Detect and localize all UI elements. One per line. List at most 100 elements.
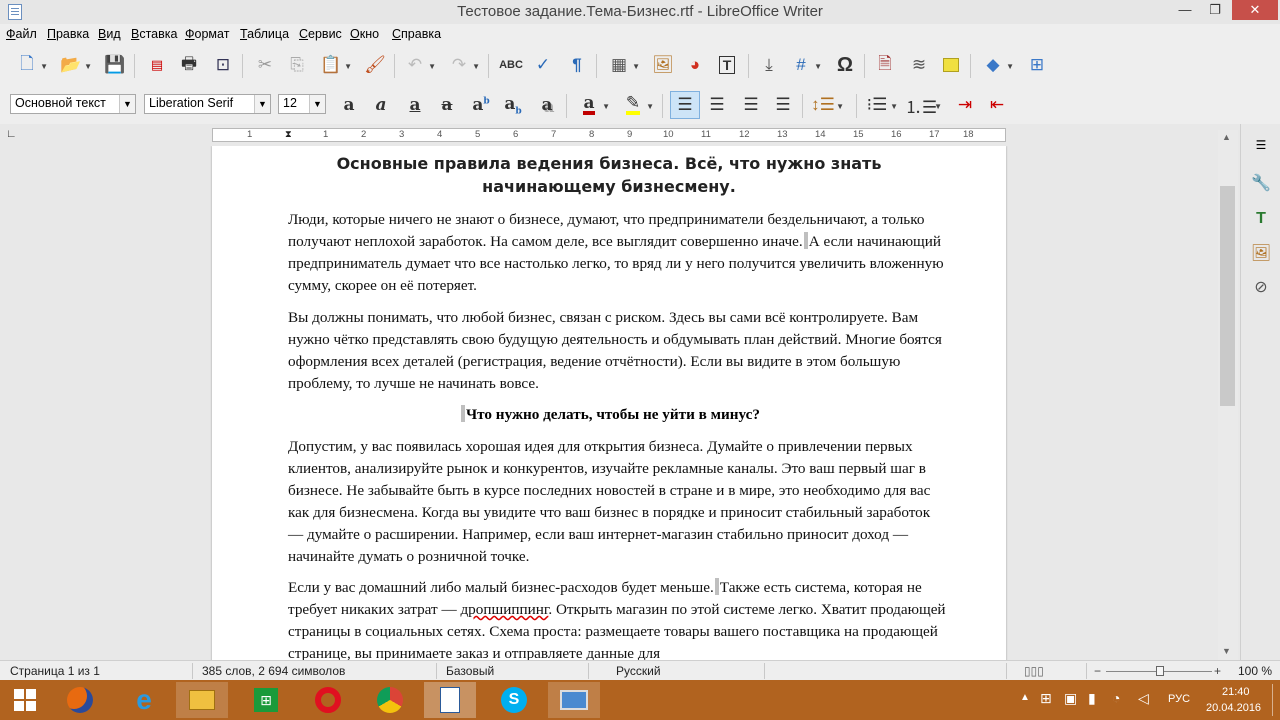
save-icon[interactable]: 💾 <box>102 52 128 78</box>
tray-time[interactable]: 21:40 <box>1222 686 1250 698</box>
insert-page-break-icon[interactable]: ⤓ <box>756 52 782 78</box>
file-explorer-icon[interactable] <box>176 682 228 718</box>
store-icon[interactable]: ⊞ <box>238 682 294 718</box>
menu-file[interactable]: Файл <box>6 27 37 41</box>
menu-edit[interactable]: Правка <box>47 27 89 41</box>
underline-icon[interactable]: a <box>402 92 428 118</box>
chevron-down-icon[interactable]: ▼ <box>119 95 135 113</box>
document-page[interactable]: Основные правила ведения бизнеса. Всё, ч… <box>212 146 1006 660</box>
export-pdf-icon[interactable]: ▤ <box>144 52 170 78</box>
insert-comment-icon[interactable] <box>938 52 964 78</box>
navigator-icon[interactable]: ⊘ <box>1247 274 1275 300</box>
firefox-icon[interactable] <box>52 682 108 718</box>
scroll-up-icon[interactable]: ▲ <box>1222 132 1231 142</box>
maximize-button[interactable]: ❐ <box>1200 0 1230 20</box>
libreoffice-writer-icon[interactable] <box>424 682 476 718</box>
strikethrough-icon[interactable]: a <box>434 92 460 118</box>
menu-help[interactable]: Справка <box>392 27 441 41</box>
justify-icon[interactable]: ☰ <box>770 92 796 118</box>
menu-insert[interactable]: Вставка <box>131 27 177 41</box>
language[interactable]: Русский <box>616 664 661 678</box>
zoom-slider-handle[interactable] <box>1156 666 1164 676</box>
print-icon[interactable]: 🖶 <box>176 52 202 78</box>
chrome-icon[interactable] <box>362 682 418 718</box>
basic-shapes-icon[interactable]: ◆ ▼ <box>980 52 1014 78</box>
open-folder-icon[interactable]: 📂 ▼ <box>58 52 92 78</box>
tray-battery-icon[interactable]: ▮ <box>1088 690 1096 707</box>
italic-icon[interactable]: a <box>368 92 394 118</box>
align-left-icon[interactable]: ☰ <box>670 91 700 119</box>
align-center-icon[interactable]: ☰ <box>704 92 730 118</box>
undo-icon[interactable]: ↶ ▼ <box>402 52 436 78</box>
menu-table[interactable]: Таблица <box>240 27 289 41</box>
align-right-icon[interactable]: ☰ <box>738 92 764 118</box>
insert-footnote-icon[interactable]: 🗎 <box>872 52 898 78</box>
zoom-in-icon[interactable]: + <box>1214 664 1221 678</box>
tray-app-icon[interactable]: ▣ <box>1064 690 1077 707</box>
scrollbar-thumb[interactable] <box>1220 186 1235 406</box>
scroll-down-icon[interactable]: ▼ <box>1222 646 1231 656</box>
page-count[interactable]: Страница 1 из 1 <box>10 664 100 678</box>
insert-textbox-icon[interactable]: T <box>714 52 740 78</box>
insert-table-icon[interactable]: ▦ ▼ <box>606 52 640 78</box>
redo-icon[interactable]: ↷ ▼ <box>446 52 480 78</box>
paste-icon[interactable]: 📋 ▼ <box>318 52 352 78</box>
chevron-down-icon[interactable]: ▼ <box>254 95 270 113</box>
font-name-combo[interactable]: Liberation Serif ▼ <box>144 94 271 114</box>
vertical-scrollbar[interactable]: ▲ ▼ <box>1218 130 1238 660</box>
tray-language[interactable]: РУС <box>1168 693 1190 705</box>
windows-start-icon[interactable] <box>0 682 50 718</box>
font-color-icon[interactable]: a ▼ <box>576 92 610 118</box>
chevron-down-icon[interactable]: ▼ <box>309 95 325 113</box>
menu-window[interactable]: Окно <box>350 27 379 41</box>
styles-icon[interactable]: T <box>1247 206 1275 232</box>
track-changes-icon[interactable]: ≋ <box>906 52 932 78</box>
new-document-icon[interactable]: 🗋 ▼ <box>14 52 48 78</box>
gallery-icon[interactable]: 🖼 <box>1247 240 1275 266</box>
page-style[interactable]: Базовый <box>446 664 494 678</box>
increase-indent-icon[interactable]: ⇥ <box>952 92 978 118</box>
tray-date[interactable]: 20.04.2016 <box>1206 702 1261 714</box>
image-viewer-icon[interactable] <box>548 682 600 718</box>
paragraph-style-combo[interactable]: Основной текст ▼ <box>10 94 136 114</box>
horizontal-ruler[interactable]: 1 ⧗ 1 2 3 4 5 6 7 8 9 10 11 12 13 14 15 … <box>212 128 1006 142</box>
show-desktop-button[interactable] <box>1272 684 1273 716</box>
subscript-icon[interactable]: ab <box>500 92 526 118</box>
properties-icon[interactable]: 🔧 <box>1247 170 1275 196</box>
sidebar-menu-icon[interactable]: ☰ <box>1247 132 1275 158</box>
autospellcheck-icon[interactable]: ✓ <box>530 52 556 78</box>
menu-view[interactable]: Вид <box>98 27 121 41</box>
indent-marker-icon[interactable]: ⧗ <box>285 129 292 140</box>
line-spacing-icon[interactable]: ↕☰ ▼ <box>810 92 844 118</box>
superscript-icon[interactable]: ab <box>468 92 494 118</box>
clone-formatting-icon[interactable]: 🖌 <box>362 52 388 78</box>
close-button[interactable]: ✕ <box>1232 0 1278 20</box>
spellcheck-icon[interactable]: ABC <box>498 52 524 78</box>
print-preview-icon[interactable]: ⊡ <box>210 52 236 78</box>
formatting-marks-icon[interactable]: ¶ <box>564 52 590 78</box>
insert-chart-icon[interactable]: ◕ <box>682 52 708 78</box>
tab-stop-icon[interactable]: ∟ <box>6 128 17 140</box>
tray-expand-icon[interactable]: ▲ <box>1020 692 1030 703</box>
word-count[interactable]: 385 слов, 2 694 символов <box>202 664 345 678</box>
draw-functions-icon[interactable]: ⊞ <box>1024 52 1050 78</box>
cut-icon[interactable]: ✂ <box>252 52 278 78</box>
opera-icon[interactable] <box>300 682 356 718</box>
copy-icon[interactable]: ⎘ <box>284 52 310 78</box>
font-size-combo[interactable]: 12 ▼ <box>278 94 326 114</box>
special-character-icon[interactable]: Ω <box>832 52 858 78</box>
tray-wifi-icon[interactable]: ◔ <box>1112 690 1120 706</box>
numbering-icon[interactable]: ⒈☰ ▼ <box>905 92 942 118</box>
bullets-icon[interactable]: ⁝☰ ▼ <box>864 92 898 118</box>
menu-tools[interactable]: Сервис <box>299 27 342 41</box>
insert-field-icon[interactable]: # ▼ <box>788 52 822 78</box>
misspelled-word[interactable]: дропшиппинг <box>460 601 548 618</box>
zoom-out-icon[interactable]: − <box>1094 664 1101 678</box>
shadow-icon[interactable]: a <box>534 92 560 118</box>
internet-explorer-icon[interactable]: e <box>116 682 172 718</box>
bold-icon[interactable]: a <box>336 92 362 118</box>
minimize-button[interactable]: — <box>1170 0 1200 20</box>
decrease-indent-icon[interactable]: ⇤ <box>984 92 1010 118</box>
skype-icon[interactable]: S <box>486 682 542 718</box>
view-layout-icon[interactable]: ▯▯▯ <box>1024 664 1044 678</box>
